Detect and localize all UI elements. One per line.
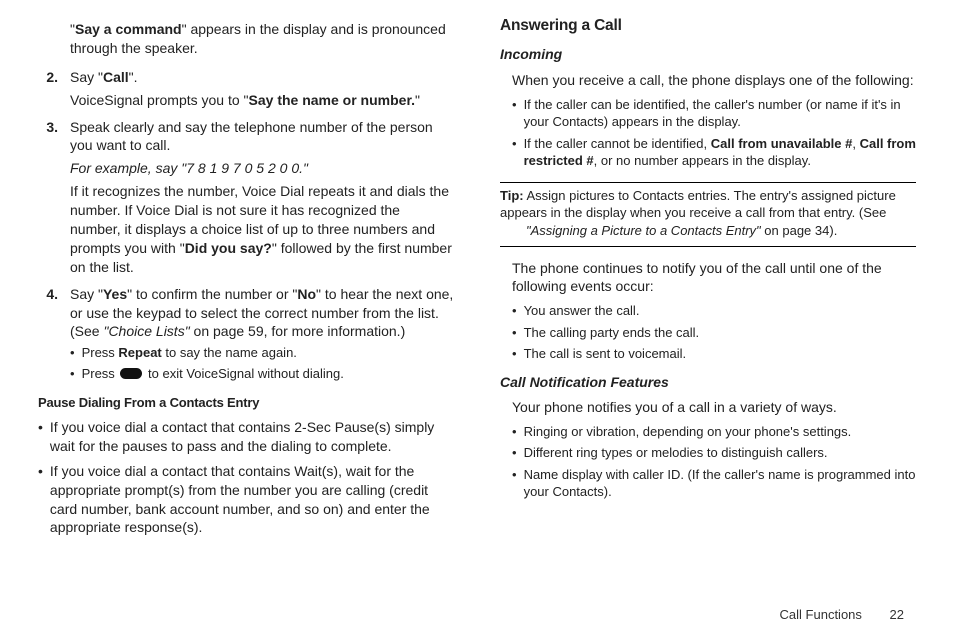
- text: Your phone notifies you of a call in a v…: [512, 398, 916, 417]
- text: " to confirm the number or ": [127, 286, 297, 302]
- page-footer: Call Functions 22: [0, 606, 954, 624]
- text: The call is sent to voicemail.: [524, 345, 687, 363]
- bullet-icon: •: [512, 96, 517, 131]
- text: When you receive a call, the phone displ…: [512, 71, 916, 90]
- tip-box: Tip: Assign pictures to Contacts entries…: [500, 182, 916, 247]
- bullet-icon: •: [512, 423, 517, 441]
- right-column: Answering a Call Incoming When you recei…: [500, 14, 916, 620]
- step-continuation: "Say a command" appears in the display a…: [38, 20, 454, 58]
- bold-text: Call: [103, 69, 129, 85]
- text: on page 34).: [761, 223, 838, 238]
- bullet: • If you voice dial a contact that conta…: [38, 462, 454, 538]
- text: Speak clearly and say the telephone numb…: [70, 118, 454, 156]
- bullet-icon: •: [70, 365, 75, 383]
- bullet-icon: •: [512, 324, 517, 342]
- page: "Say a command" appears in the display a…: [0, 0, 954, 636]
- sub-bullet: • Press Repeat to say the name again.: [70, 344, 454, 362]
- text: ".: [129, 69, 138, 85]
- text: Say ": [70, 286, 103, 302]
- bullet-icon: •: [512, 135, 517, 170]
- tip-label: Tip:: [500, 188, 524, 203]
- heading-incoming: Incoming: [500, 45, 916, 64]
- text: If the caller cannot be identified,: [524, 136, 711, 151]
- italic-text: "Assigning a Picture to a Contacts Entry…: [526, 223, 761, 238]
- bold-text: No: [297, 286, 316, 302]
- bullet: • Different ring types or melodies to di…: [512, 444, 916, 462]
- text: Different ring types or melodies to dist…: [524, 444, 828, 462]
- bold-text: Say a command: [75, 21, 182, 37]
- bold-text: Yes: [103, 286, 127, 302]
- text: to say the name again.: [162, 345, 297, 360]
- text: , or no number appears in the display.: [594, 153, 811, 168]
- italic-text: For example, say "7 8 1 9 7 0 5 2 0 0.": [70, 159, 454, 178]
- bullet: • If the caller can be identified, the c…: [512, 96, 916, 131]
- text: If the caller can be identified, the cal…: [524, 96, 916, 131]
- step-number: 4.: [38, 285, 58, 383]
- step-number: 3.: [38, 118, 58, 277]
- bullet-icon: •: [70, 344, 75, 362]
- step-3: 3. Speak clearly and say the telephone n…: [38, 118, 454, 277]
- text: Press: [82, 366, 119, 381]
- step-2: 2. Say "Call". VoiceSignal prompts you t…: [38, 68, 454, 110]
- bold-text: Did you say?: [185, 240, 272, 256]
- bullet-icon: •: [38, 418, 43, 456]
- bullet-icon: •: [512, 444, 517, 462]
- bullet: • Ringing or vibration, depending on you…: [512, 423, 916, 441]
- bullet-icon: •: [512, 466, 517, 501]
- text: You answer the call.: [524, 302, 640, 320]
- bullet-icon: •: [512, 302, 517, 320]
- text: The phone continues to notify you of the…: [512, 259, 916, 297]
- text: Say ": [70, 69, 103, 85]
- bold-text: Repeat: [118, 345, 161, 360]
- text: If you voice dial a contact that contain…: [50, 462, 454, 538]
- text: ,: [852, 136, 859, 151]
- heading-call-notification-features: Call Notification Features: [500, 373, 916, 392]
- text: Press: [82, 345, 119, 360]
- bullet-icon: •: [38, 462, 43, 538]
- sub-bullet: • Press to exit VoiceSignal without dial…: [70, 365, 454, 383]
- heading-answering-a-call: Answering a Call: [500, 16, 916, 37]
- step-number: 2.: [38, 68, 58, 110]
- text: If you voice dial a contact that contain…: [50, 418, 454, 456]
- text: The calling party ends the call.: [524, 324, 700, 342]
- page-number: 22: [890, 607, 904, 622]
- end-key-icon: [120, 368, 142, 379]
- text: Assign pictures to Contacts entries. The…: [500, 188, 896, 221]
- bullet: • The call is sent to voicemail.: [512, 345, 916, 363]
- heading-pause-dialing: Pause Dialing From a Contacts Entry: [38, 394, 454, 412]
- text: Name display with caller ID. (If the cal…: [524, 466, 916, 501]
- text: Ringing or vibration, depending on your …: [524, 423, 852, 441]
- bullet: • You answer the call.: [512, 302, 916, 320]
- section-name: Call Functions: [780, 607, 862, 622]
- bullet: • If you voice dial a contact that conta…: [38, 418, 454, 456]
- bold-text: Say the name or number.: [249, 92, 416, 108]
- text: ": [415, 92, 420, 108]
- text: on page 59, for more information.): [190, 323, 406, 339]
- bullet: • Name display with caller ID. (If the c…: [512, 466, 916, 501]
- bold-text: Call from unavailable #: [711, 136, 853, 151]
- text: VoiceSignal prompts you to ": [70, 92, 249, 108]
- step-4: 4. Say "Yes" to confirm the number or "N…: [38, 285, 454, 383]
- left-column: "Say a command" appears in the display a…: [38, 14, 454, 620]
- italic-text: "Choice Lists": [103, 323, 189, 339]
- bullet-icon: •: [512, 345, 517, 363]
- bullet: • If the caller cannot be identified, Ca…: [512, 135, 916, 170]
- text: to exit VoiceSignal without dialing.: [144, 366, 343, 381]
- bullet: • The calling party ends the call.: [512, 324, 916, 342]
